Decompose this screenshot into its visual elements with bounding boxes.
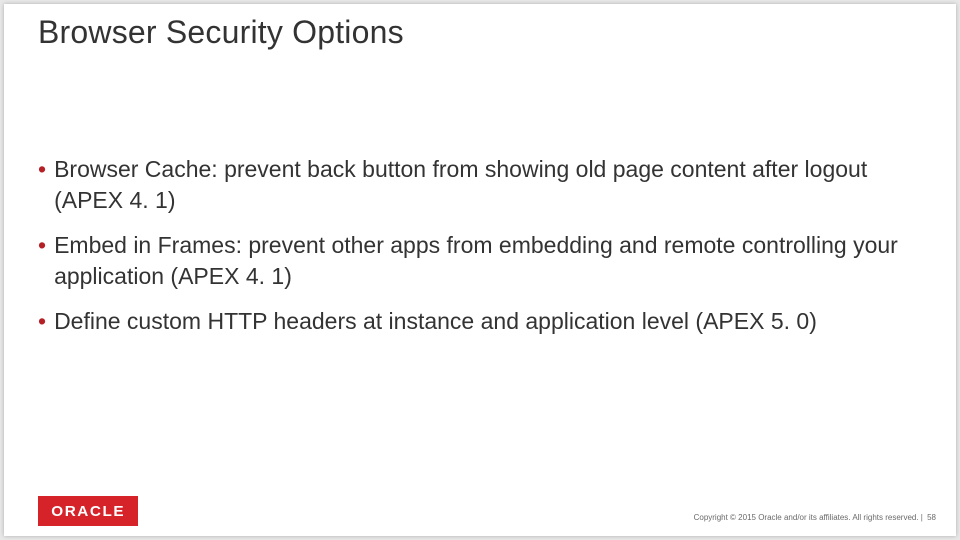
bullet-item: • Browser Cache: prevent back button fro… [38,154,922,216]
bullet-text: Browser Cache: prevent back button from … [54,154,922,216]
bullet-dot-icon: • [38,306,46,337]
slide-footer: ORACLE Copyright © 2015 Oracle and/or it… [4,496,956,536]
page-number: 58 [927,513,936,522]
slide-title: Browser Security Options [38,14,922,51]
bullet-text: Embed in Frames: prevent other apps from… [54,230,922,292]
bullet-item: • Embed in Frames: prevent other apps fr… [38,230,922,292]
copyright-line: Copyright © 2015 Oracle and/or its affil… [694,513,936,522]
slide: Browser Security Options • Browser Cache… [4,4,956,536]
copyright-text: Copyright © 2015 Oracle and/or its affil… [694,513,923,522]
oracle-logo: ORACLE [38,496,138,526]
slide-body: • Browser Cache: prevent back button fro… [38,154,922,351]
bullet-item: • Define custom HTTP headers at instance… [38,306,922,337]
bullet-dot-icon: • [38,230,46,261]
bullet-dot-icon: • [38,154,46,185]
bullet-text: Define custom HTTP headers at instance a… [54,306,922,337]
oracle-logo-text: ORACLE [51,503,125,520]
